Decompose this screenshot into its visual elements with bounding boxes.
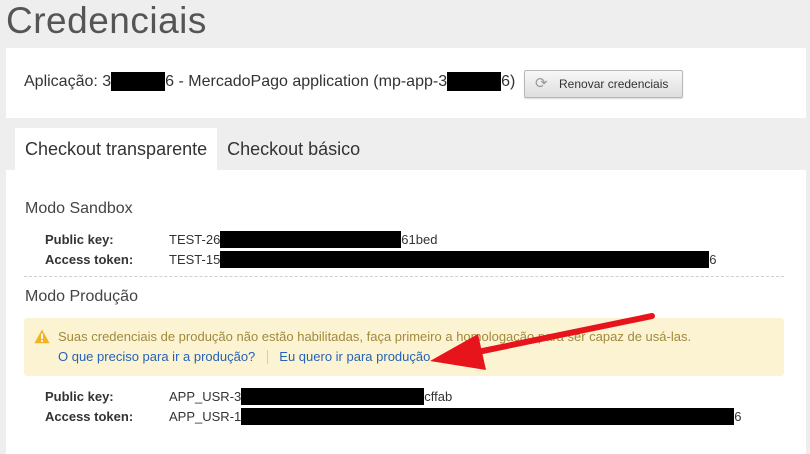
renew-credentials-label: Renovar credenciais: [559, 77, 669, 91]
sandbox-access-token-row: Access token: TEST-15 6: [45, 251, 717, 268]
application-box: Aplicação: 3 6 - MercadoPago application…: [6, 48, 806, 118]
public-key-label: Public key:: [45, 232, 114, 247]
tab-checkout-transparente[interactable]: Checkout transparente: [15, 128, 218, 170]
production-alert: Suas credenciais de produção não estão h…: [24, 318, 784, 376]
access-token-label: Access token:: [45, 409, 134, 424]
production-access-token-value: APP_USR-1 6: [169, 408, 741, 425]
redaction-block: [447, 72, 502, 91]
sandbox-public-key-value: TEST-26 61bed: [169, 231, 437, 248]
page-title: Credenciais: [6, 0, 207, 41]
tab-checkout-basico[interactable]: Checkout básico: [217, 128, 370, 170]
production-title: Modo Produção: [25, 288, 138, 305]
redaction-block: [220, 251, 710, 268]
application-prefix: Aplicação: 3: [24, 72, 112, 90]
redaction-block: [241, 408, 735, 425]
credentials-panel: Modo Sandbox Public key: TEST-26 61bed A…: [6, 170, 806, 454]
sandbox-public-key-row: Public key: TEST-26 61bed: [45, 231, 437, 248]
sandbox-access-token-value: TEST-15 6: [169, 251, 717, 268]
production-public-key-value: APP_USR-3 cffab: [169, 388, 452, 405]
redaction-block: [220, 231, 402, 248]
checkout-tabs: Checkout transparente Checkout básico: [15, 128, 370, 170]
value-prefix: APP_USR-1: [169, 409, 242, 424]
public-key-label: Public key:: [45, 389, 114, 404]
section-divider: [24, 276, 784, 277]
value-prefix: TEST-15: [169, 252, 221, 267]
application-name: 6 - MercadoPago application (mp-app-3: [165, 72, 448, 90]
redaction-block: [241, 388, 425, 405]
sandbox-title: Modo Sandbox: [25, 200, 133, 217]
value-suffix: 6: [734, 409, 742, 424]
refresh-icon: ⟳: [535, 75, 548, 92]
alert-message: Suas credenciais de produção não estão h…: [58, 329, 692, 344]
value-prefix: TEST-26: [169, 232, 221, 247]
production-access-token-row: Access token: APP_USR-1 6: [45, 408, 741, 425]
renew-credentials-button[interactable]: ⟳ Renovar credenciais: [524, 70, 683, 98]
production-help-link[interactable]: O que preciso para ir a produção?: [58, 349, 255, 364]
value-suffix: cffab: [424, 389, 453, 404]
production-public-key-row: Public key: APP_USR-3 cffab: [45, 388, 452, 405]
access-token-label: Access token:: [45, 252, 134, 267]
value-prefix: APP_USR-3: [169, 389, 242, 404]
redaction-block: [111, 72, 166, 91]
warning-icon: [34, 329, 50, 344]
link-separator: [267, 349, 269, 364]
alert-links: O que preciso para ir a produção? Eu que…: [58, 349, 430, 364]
application-line: Aplicação: 3 6 - MercadoPago application…: [24, 72, 515, 91]
value-suffix: 6: [709, 252, 717, 267]
value-suffix: 61bed: [401, 232, 438, 247]
application-suffix: 6): [501, 72, 516, 90]
go-to-production-link[interactable]: Eu quero ir para produção: [279, 349, 430, 364]
